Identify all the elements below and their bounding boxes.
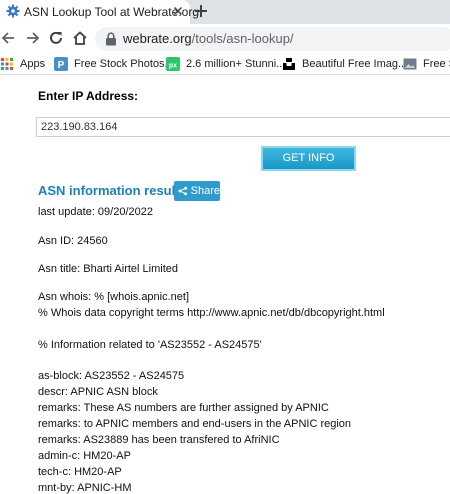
svg-text:px: px	[169, 63, 177, 70]
bookmarks-bar: Apps P Free Stock Photos,... px 2.6 mill…	[0, 53, 450, 75]
bookmark-apps[interactable]: Apps	[0, 56, 45, 72]
result-remarks-1: remarks: These AS numbers are further as…	[38, 402, 329, 414]
browser-toolbar: webrate.org/tools/asn-lookup/	[0, 24, 450, 53]
result-tech-c: tech-c: HM20-AP	[38, 466, 122, 478]
image-icon	[403, 58, 417, 70]
url-path: /tools/asn-lookup/	[191, 31, 294, 46]
pexels-icon: P	[54, 57, 68, 71]
svg-text:P: P	[58, 60, 65, 71]
bookmark-pexels[interactable]: P Free Stock Photos,...	[54, 56, 177, 72]
close-icon[interactable]	[171, 4, 185, 18]
ip-address-label: Enter IP Address:	[38, 89, 139, 103]
browser-tab[interactable]: ASN Lookup Tool at Webrate.org	[0, 0, 199, 24]
tab-strip: ASN Lookup Tool at Webrate.org	[0, 0, 450, 24]
result-admin-c: admin-c: HM20-AP	[38, 450, 131, 462]
url-text: webrate.org/tools/asn-lookup/	[123, 31, 294, 46]
result-descr: descr: APNIC ASN block	[38, 386, 158, 398]
result-as-block: as-block: AS23552 - AS24575	[38, 370, 185, 382]
share-button[interactable]: Share	[174, 181, 220, 201]
share-icon	[178, 186, 188, 196]
ip-address-input[interactable]	[36, 117, 450, 137]
share-label: Share	[190, 185, 220, 197]
result-title: ASN information result	[38, 183, 180, 198]
result-info-related: % Information related to 'AS23552 - AS24…	[38, 339, 262, 351]
result-last-update: last update: 09/20/2022	[38, 206, 153, 218]
result-mnt-by: mnt-by: APNIC-HM	[38, 482, 132, 494]
get-info-button[interactable]: GET INFO	[261, 146, 356, 171]
page-content: Enter IP Address: GET INFO ASN informati…	[0, 75, 450, 494]
bookmark-label: Free Stock Photos,...	[74, 58, 177, 70]
lock-icon[interactable]	[105, 32, 117, 46]
unsplash-icon	[283, 58, 295, 70]
result-asn-id: Asn ID: 24560	[38, 235, 108, 247]
new-tab-plus-icon[interactable]	[193, 3, 209, 19]
reload-icon[interactable]	[48, 30, 64, 46]
url-host: webrate.org	[123, 31, 192, 46]
forward-arrow-icon[interactable]	[25, 30, 41, 46]
result-asn-whois: Asn whois: % [whois.apnic.net]	[38, 291, 190, 303]
bookmark-label: Apps	[20, 58, 46, 70]
back-arrow-icon[interactable]	[0, 30, 16, 46]
gear-favicon-icon	[6, 4, 20, 18]
result-remarks-3: remarks: AS23889 has been transfered to …	[38, 434, 280, 446]
result-remarks-2: remarks: to APNIC members and end-users …	[38, 418, 352, 430]
bookmark-unsplash[interactable]: Beautiful Free Imag...	[282, 56, 407, 72]
result-asn-title: Asn title: Bharti Airtel Limited	[38, 263, 179, 275]
bookmark-pixabay[interactable]: px 2.6 million+ Stunni...	[166, 56, 285, 72]
bookmark-free-se[interactable]: Free Se	[403, 56, 450, 72]
bookmark-label: Beautiful Free Imag...	[302, 58, 408, 70]
address-bar[interactable]: webrate.org/tools/asn-lookup/	[95, 27, 450, 51]
bookmark-label: Free Se	[423, 58, 450, 70]
apps-grid-icon	[1, 58, 13, 70]
home-icon[interactable]	[72, 30, 88, 46]
result-whois-copyright: % Whois data copyright terms http://www.…	[38, 307, 385, 319]
bookmark-label: 2.6 million+ Stunni...	[186, 58, 286, 70]
pixabay-icon: px	[166, 57, 180, 71]
